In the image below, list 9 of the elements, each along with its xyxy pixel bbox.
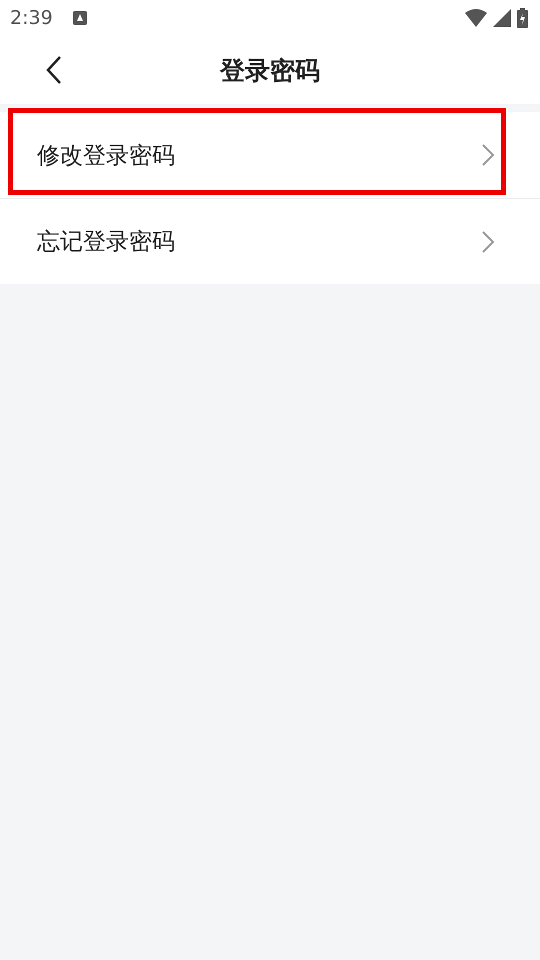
status-time: 2:39 (10, 7, 53, 29)
battery-icon (517, 8, 528, 28)
page-title: 登录密码 (220, 54, 320, 86)
keyboard-icon (72, 11, 87, 25)
chevron-icon (482, 230, 494, 252)
signal-icon (493, 9, 511, 27)
wifi-icon (465, 9, 487, 27)
chevron-icon (482, 144, 494, 166)
back-icon (45, 55, 63, 85)
